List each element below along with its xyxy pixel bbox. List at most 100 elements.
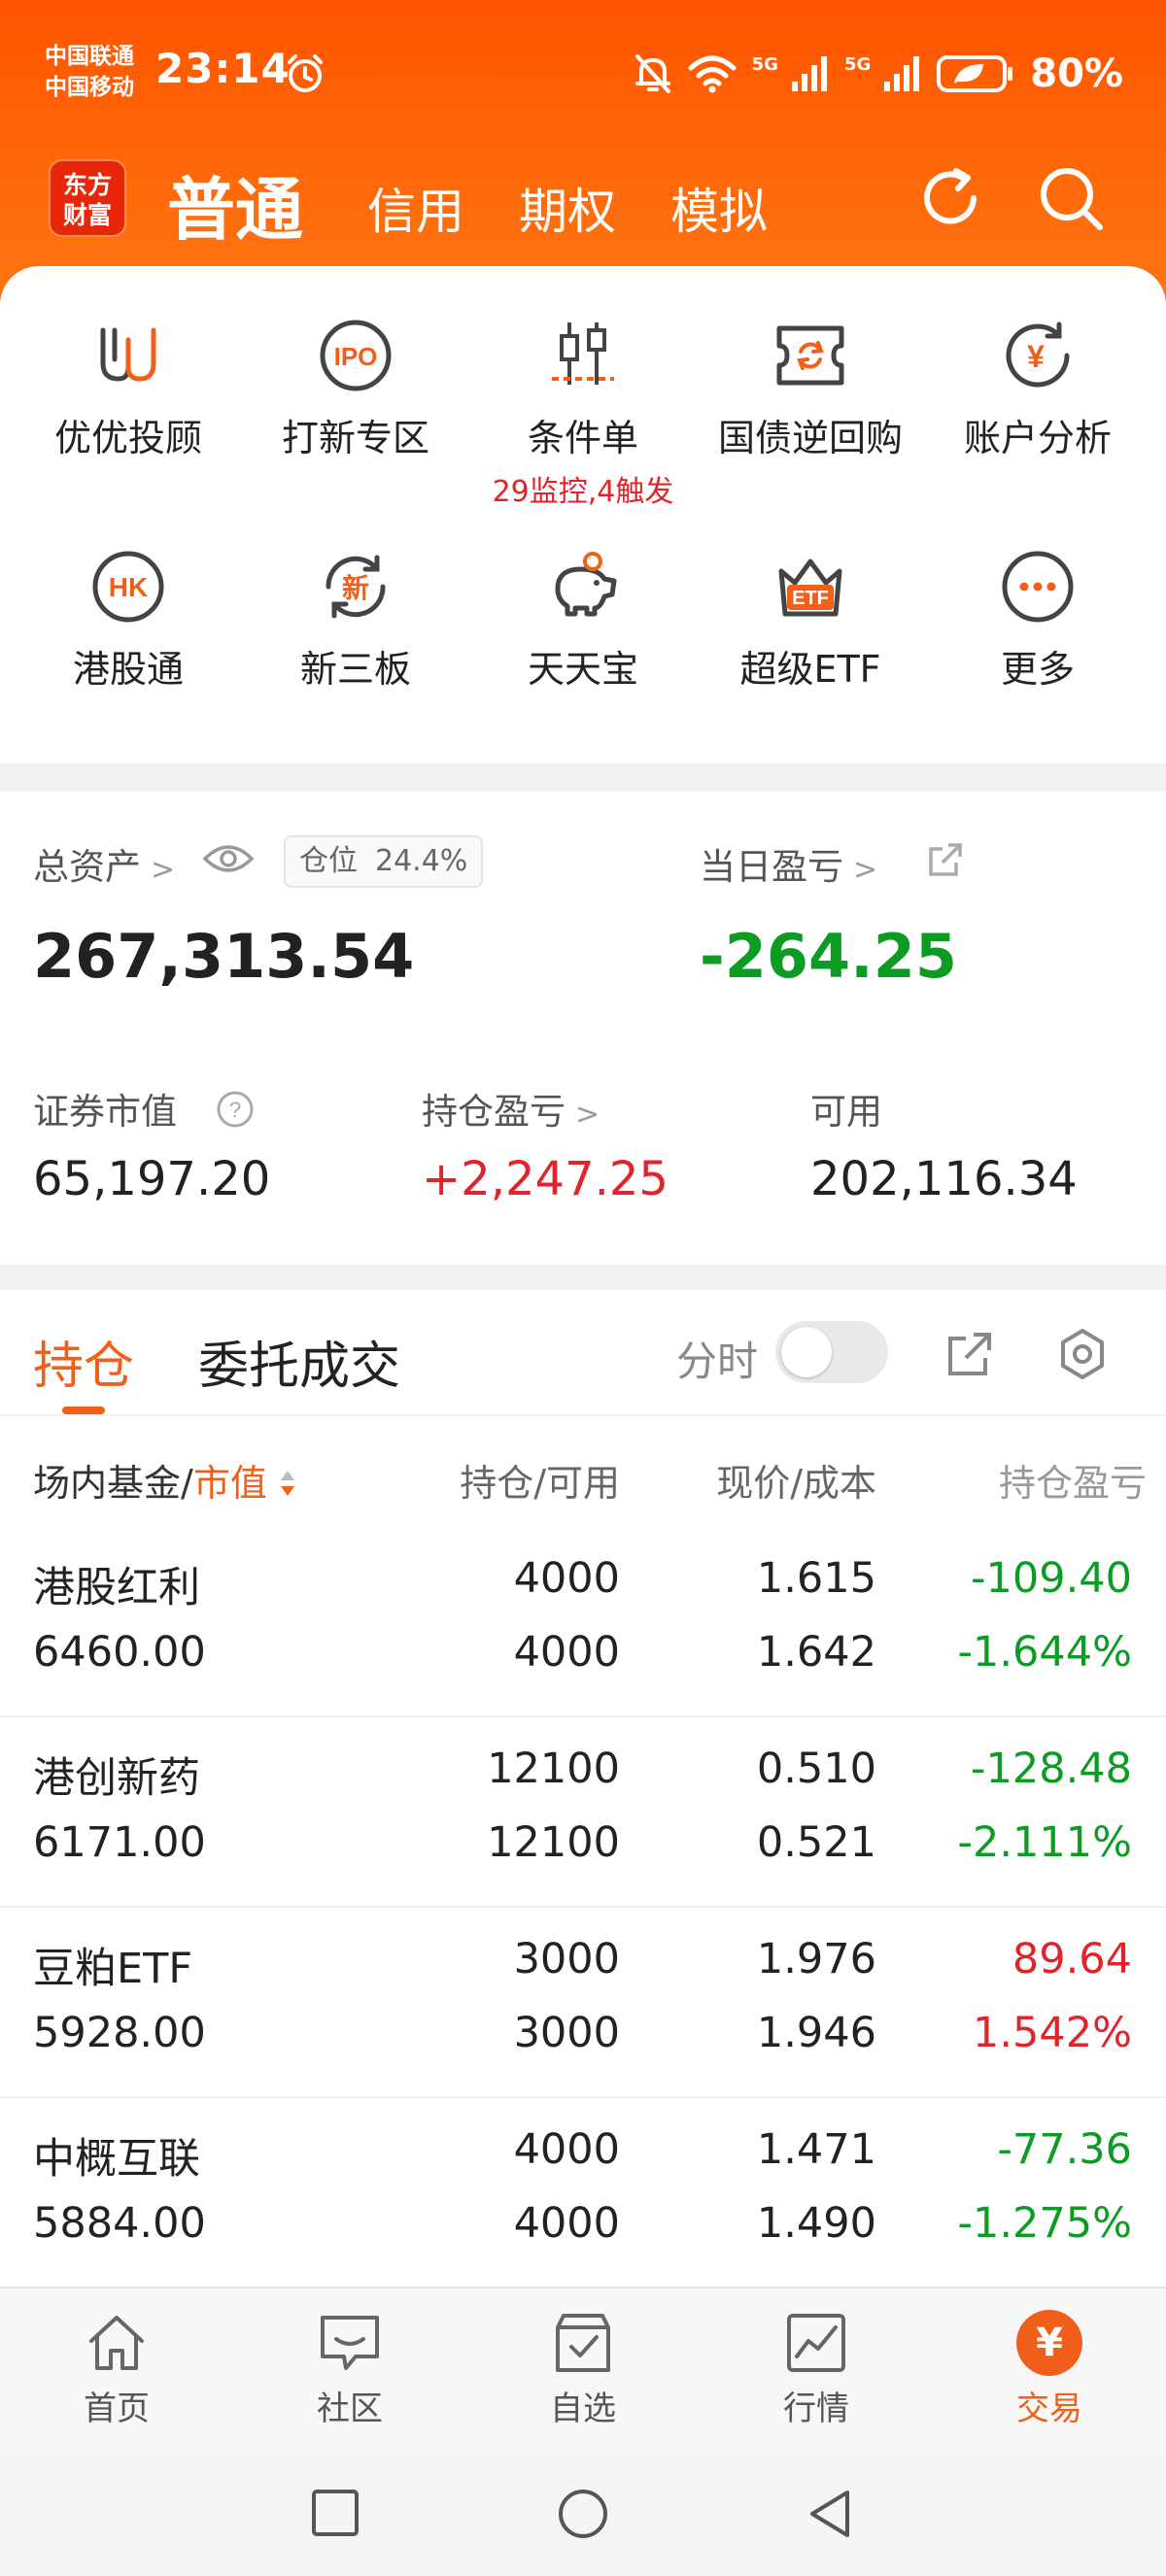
available-funds-label: 可用 (810, 1091, 882, 1133)
grid-item-more[interactable]: 更多 (921, 548, 1154, 693)
position-ratio-badge: 仓位 24.4% (284, 835, 484, 888)
holdings-column-header: 场内基金/市值 持仓/可用 现价/成本 持仓盈亏 (0, 1418, 1166, 1525)
external-link-icon[interactable] (927, 841, 964, 878)
grid-label: 更多 (1000, 648, 1075, 691)
wifi-icon (688, 55, 737, 93)
holding-pl-label[interactable]: 持仓盈亏 > (422, 1082, 600, 1135)
cost-price: 1.642 (756, 1628, 876, 1677)
gear-icon[interactable] (1055, 1327, 1110, 1381)
help-icon[interactable]: ? (216, 1090, 255, 1129)
tab-credit[interactable]: 信用 (367, 173, 464, 243)
holding-row[interactable]: 中概互联 5884.00 4000 4000 1.471 1.490 -77.3… (0, 2098, 1166, 2288)
grid-item-account-analysis[interactable]: ¥ 账户分析 (921, 317, 1154, 461)
app-header: 中国联通 中国移动 23:14 5G 5G 80% 东方 财富 普通 信用 期权… (0, 0, 1166, 311)
holding-qty: 3000 (513, 1935, 620, 1983)
etf-crown-icon: ETF (778, 559, 842, 617)
col-fund-market-value[interactable]: 场内基金/市值 (33, 1453, 296, 1507)
grid-label: 新三板 (299, 648, 411, 691)
piggy-icon (555, 552, 617, 617)
grid-label: 天天宝 (527, 648, 638, 691)
tab-orders[interactable]: 委托成交 (198, 1325, 400, 1398)
svg-text:¥: ¥ (1027, 339, 1045, 374)
eye-icon[interactable] (202, 841, 255, 876)
trade-icon: ¥ (1016, 2310, 1082, 2376)
cost-price: 1.490 (756, 2199, 876, 2248)
holding-qty: 12100 (487, 1745, 620, 1793)
chevron-right-icon: > (853, 853, 878, 887)
holding-pl-pct: -2.111% (957, 1818, 1132, 1867)
svg-text:?: ? (229, 1098, 241, 1122)
ipo-icon: IPO (320, 320, 392, 391)
holding-row[interactable]: 港股红利 6460.00 4000 4000 1.615 1.642 -109.… (0, 1527, 1166, 1717)
grid-item-hk-connect[interactable]: HK 港股通 (12, 548, 245, 693)
fund-name: 豆粕ETF (33, 1945, 193, 1993)
grid-label: 打新专区 (281, 417, 429, 459)
grid-item-ipo[interactable]: IPO 打新专区 (239, 317, 472, 461)
market-value: 6171.00 (33, 1818, 206, 1867)
community-icon (321, 2316, 379, 2370)
nav-watchlist[interactable]: 自选 (466, 2310, 700, 2429)
nav-market[interactable]: 行情 (700, 2310, 933, 2429)
total-assets-label[interactable]: 总资产 > (33, 837, 175, 890)
intraday-toggle[interactable] (775, 1321, 888, 1383)
fund-name: 港创新药 (33, 1754, 200, 1803)
market-value: 5928.00 (33, 2009, 206, 2057)
nav-community[interactable]: 社区 (233, 2310, 466, 2429)
grid-item-neeq[interactable]: 新 新三板 (239, 548, 472, 693)
assets-summary: 总资产 > 仓位 24.4% 267,313.54 当日盈亏 > -264.25 证券… (0, 791, 1166, 1265)
col-quantity: 持仓/可用 (460, 1462, 620, 1505)
holding-pl-pct: -1.644% (957, 1628, 1132, 1677)
conditional-order-status: 29监控,4触发 (492, 475, 674, 509)
tab-options[interactable]: 期权 (519, 173, 616, 243)
grid-label: 条件单 (527, 417, 638, 459)
grid-label: 账户分析 (963, 417, 1112, 459)
grid-item-youyou[interactable]: 优优投顾 (12, 317, 245, 461)
daily-pl-label[interactable]: 当日盈亏 > (700, 837, 877, 890)
available-qty: 4000 (513, 1628, 620, 1677)
holding-pl-pct: -1.275% (957, 2199, 1132, 2248)
candlestick-icon (552, 322, 614, 385)
tab-simulation[interactable]: 模拟 (670, 173, 768, 243)
cost-price: 0.521 (756, 1818, 876, 1867)
grid-item-conditional-order[interactable]: 条件单 29监控,4触发 (466, 317, 700, 510)
grid-item-super-etf[interactable]: ETF 超级ETF (694, 548, 927, 693)
nav-home[interactable]: 首页 (0, 2310, 233, 2429)
available-funds-value: 202,116.34 (810, 1152, 1078, 1206)
holding-qty: 4000 (513, 2125, 620, 2174)
grid-label: 超级ETF (739, 648, 881, 691)
tab-positions[interactable]: 持仓 (33, 1325, 134, 1398)
available-qty: 4000 (513, 2199, 620, 2248)
holding-pl: -109.40 (971, 1554, 1132, 1603)
holding-row[interactable]: 港创新药 6171.00 12100 12100 0.510 0.521 -12… (0, 1717, 1166, 1908)
signal-icon (884, 56, 920, 91)
current-price: 1.976 (756, 1935, 876, 1983)
available-qty: 12100 (487, 1818, 620, 1867)
carrier-info: 中国联通 中国移动 (45, 41, 134, 103)
chevron-right-icon: > (575, 1098, 600, 1132)
holding-row[interactable]: 豆粕ETF 5928.00 3000 3000 1.976 1.946 89.6… (0, 1908, 1166, 2098)
fund-name: 港股红利 (33, 1564, 200, 1612)
grid-item-tiantianbao[interactable]: 天天宝 (466, 548, 700, 693)
sort-icon (280, 1470, 294, 1496)
share-icon[interactable] (944, 1329, 995, 1379)
toggle-knob (781, 1327, 832, 1377)
securities-value-label: 证券市值 (33, 1091, 177, 1133)
clock: 23:14 (155, 45, 291, 92)
search-icon[interactable] (1034, 161, 1108, 235)
status-bar: 中国联通 中国移动 23:14 5G 5G 80% (0, 0, 1166, 146)
carrier-2: 中国移动 (45, 75, 134, 100)
refresh-icon[interactable] (913, 161, 987, 235)
home-circle-icon[interactable] (556, 2487, 610, 2541)
bond-repo-icon (776, 325, 844, 386)
grid-item-bond-repo[interactable]: 国债逆回购 (694, 317, 927, 461)
tab-normal[interactable]: 普通 (167, 155, 303, 254)
battery-icon (937, 55, 1013, 92)
nav-trade[interactable]: ¥ 交易 (933, 2310, 1166, 2429)
daily-pl-value: -264.25 (700, 921, 957, 992)
grid-label: 优优投顾 (53, 417, 202, 459)
recent-apps-icon[interactable] (309, 2487, 361, 2539)
svg-text:新: 新 (342, 572, 369, 604)
back-icon[interactable] (805, 2487, 857, 2541)
mute-icon (634, 54, 670, 93)
alarm-icon (288, 54, 323, 92)
